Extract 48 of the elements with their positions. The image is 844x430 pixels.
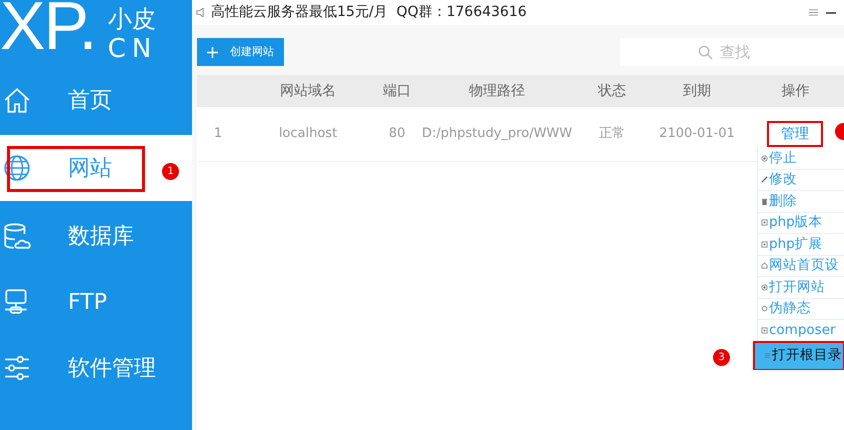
- menu-item[interactable]: 删除: [758, 191, 844, 212]
- column-header: 端口: [383, 82, 411, 100]
- table-cell-text: 2100-01-01: [659, 125, 735, 144]
- manage-button[interactable]: 管理: [767, 121, 823, 147]
- sidebar-item[interactable]: 数据库: [0, 203, 192, 269]
- sidebar-item[interactable]: 软件管理: [0, 335, 192, 401]
- table-cell-text: D:/phpstudy_pro/WWW: [422, 125, 572, 144]
- pencil-icon: [761, 176, 768, 184]
- menu-icon[interactable]: [809, 8, 818, 17]
- radio-icon: [761, 154, 768, 162]
- lines-icon: [764, 352, 771, 359]
- menu-item[interactable]: 停止: [758, 148, 844, 170]
- notice-text: 高性能云服务器最低15元/月 QQ群：176643616: [211, 3, 527, 22]
- column-header: 操作: [782, 82, 810, 100]
- table-cell-text: localhost: [278, 125, 338, 144]
- logo-name: 小皮: [108, 4, 157, 34]
- sidebar-item[interactable]: FTP: [0, 269, 192, 335]
- square-icon: [761, 326, 768, 334]
- menu-item[interactable]: php版本: [758, 212, 844, 234]
- search-icon: [698, 45, 713, 60]
- sidebar-item[interactable]: 首页: [0, 67, 192, 133]
- menu-item[interactable]: 网站首页设: [758, 256, 844, 277]
- trash-icon: [761, 198, 768, 205]
- search-field[interactable]: 查找: [620, 38, 844, 66]
- column-header: 物理路径: [469, 82, 525, 100]
- create-site-button[interactable]: 创建网站: [197, 38, 284, 66]
- menu-item[interactable]: 修改: [758, 170, 844, 191]
- radio-icon: [761, 284, 768, 291]
- logo-mark: XP.: [0, 0, 96, 56]
- database-icon: [2, 221, 32, 251]
- ring-icon: [761, 305, 768, 312]
- square-icon: [761, 240, 768, 248]
- table-cell-text: 1: [214, 125, 222, 144]
- column-header: 网站域名: [280, 82, 336, 100]
- globe-icon: [2, 153, 32, 183]
- menu-item[interactable]: 伪静态: [758, 298, 844, 320]
- column-header: 到期: [683, 82, 711, 100]
- table-cell-text: 80: [388, 125, 406, 144]
- plus-icon: [207, 46, 218, 58]
- table-cell-text: 正常: [599, 125, 625, 144]
- menu-item[interactable]: 打开网站: [758, 277, 844, 298]
- menu-item[interactable]: php扩展: [758, 234, 844, 256]
- menu-item[interactable]: 打开根目录: [753, 340, 844, 370]
- house-icon: [761, 262, 768, 270]
- speaker-icon: [196, 8, 205, 17]
- square-icon: [761, 219, 768, 226]
- column-header: 状态: [598, 82, 626, 100]
- logo-domain: CN: [108, 34, 158, 64]
